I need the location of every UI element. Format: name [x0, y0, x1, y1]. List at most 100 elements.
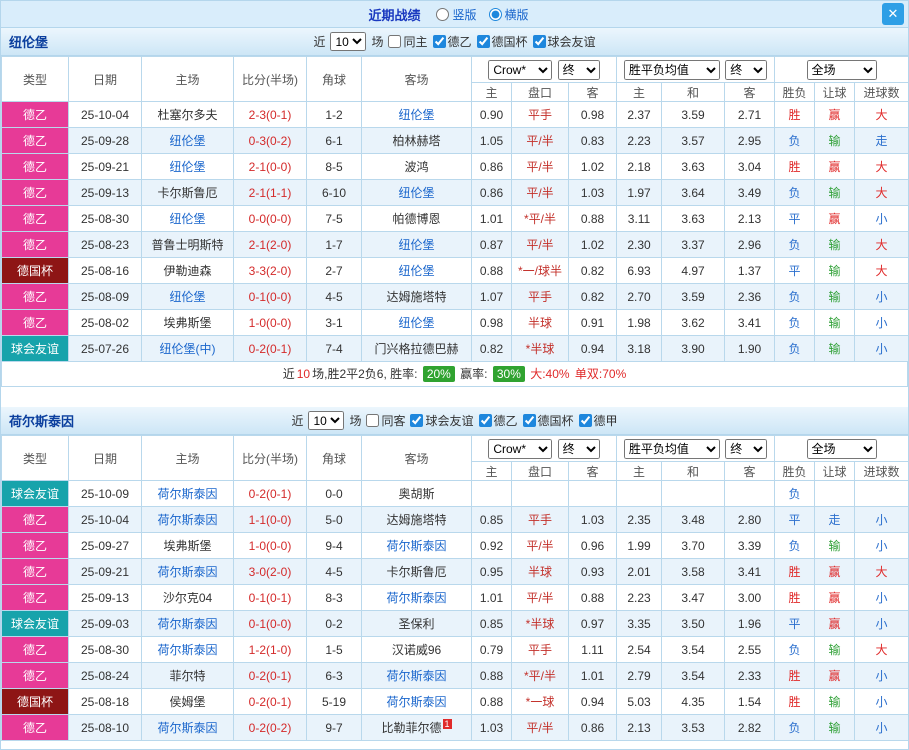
away-team-link[interactable]: 汉诺威96 [361, 636, 472, 663]
home-team-link[interactable]: 沙尔克04 [141, 584, 234, 611]
league-badge: 球会友谊 [1, 480, 69, 507]
odds-source-select[interactable]: Crow* [488, 438, 553, 459]
avg-draw: 3.70 [661, 532, 725, 559]
away-team-link[interactable]: 达姆施塔特 [361, 283, 472, 310]
home-team-link[interactable]: 杜塞尔多夫 [141, 101, 234, 128]
away-team-link[interactable]: 帕德博恩 [361, 205, 472, 232]
filter-checkbox[interactable]: 同主 [388, 33, 428, 50]
odds-away: 1.03 [568, 179, 617, 206]
summary-row: 近 10 场,胜2平2负6, 胜率: 20% 赢率: 30% 大:40% 单双:70… [1, 362, 908, 387]
avg-source-select[interactable]: 胜平负均值 [623, 438, 720, 459]
filter-checkbox[interactable]: 球会友谊 [532, 33, 596, 50]
away-team-link[interactable]: 纽伦堡 [361, 101, 472, 128]
scope-select[interactable]: 全场 [806, 59, 877, 80]
away-team-link[interactable]: 比勒菲尔德 1 [361, 714, 472, 741]
home-team-link[interactable]: 侯姆堡 [141, 688, 234, 715]
odds-final-select[interactable]: 终 [557, 59, 600, 80]
odds-source-select[interactable]: Crow* [488, 59, 553, 80]
team-section-holstein: 荷尔斯泰因 近 10 场同客 球会友谊 德乙 德国杯 德甲 类型 日期 主场 比分(半场) … [1, 407, 908, 741]
checkbox-input[interactable] [388, 35, 402, 48]
away-team-link[interactable]: 达姆施塔特 [361, 506, 472, 533]
checkbox-input[interactable] [366, 414, 380, 427]
scope-select[interactable]: 全场 [806, 438, 877, 459]
handicap-result: 赢 [814, 662, 856, 689]
match-date: 25-10-09 [68, 480, 142, 507]
away-team-link[interactable]: 奥胡斯 [361, 480, 472, 507]
handicap-result: 输 [814, 335, 856, 362]
home-team-link[interactable]: 纽伦堡 [141, 127, 234, 154]
checkbox-input[interactable] [410, 414, 424, 427]
close-button[interactable]: ✕ [882, 3, 904, 25]
home-team-link[interactable]: 荷尔斯泰因 [141, 636, 234, 663]
filter-checkbox[interactable]: 德甲 [578, 412, 618, 429]
vertical-radio-input[interactable] [436, 7, 450, 21]
away-team-link[interactable]: 门兴格拉德巴赫 [361, 335, 472, 362]
league-badge: 德乙 [1, 506, 69, 533]
avg-final-select[interactable]: 终 [725, 59, 768, 80]
home-team-link[interactable]: 普鲁士明斯特 [141, 231, 234, 258]
home-team-link[interactable]: 纽伦堡 [141, 205, 234, 232]
home-team-link[interactable]: 纽伦堡 [141, 153, 234, 180]
away-team-link[interactable]: 圣保利 [361, 610, 472, 637]
checkbox-input[interactable] [476, 35, 490, 48]
checkbox-input[interactable] [578, 414, 592, 427]
home-team-link[interactable]: 卡尔斯鲁厄 [141, 179, 234, 206]
filter-checkbox[interactable]: 德国杯 [476, 33, 528, 50]
odds-home: 1.03 [471, 714, 512, 741]
match-date: 25-08-23 [68, 231, 142, 258]
avg-source-select[interactable]: 胜平负均值 [623, 59, 720, 80]
checkbox-input[interactable] [522, 414, 536, 427]
away-team-link[interactable]: 卡尔斯鲁厄 [361, 558, 472, 585]
home-team-link[interactable]: 菲尔特 [141, 662, 234, 689]
checkbox-input[interactable] [432, 35, 446, 48]
handicap: 平/半 [511, 714, 569, 741]
filter-checkbox[interactable]: 德乙 [478, 412, 518, 429]
vertical-radio-label: 竖版 [452, 7, 477, 22]
home-team-link[interactable]: 埃弗斯堡 [141, 532, 234, 559]
odds-final-select[interactable]: 终 [557, 438, 600, 459]
home-team-link[interactable]: 荷尔斯泰因 [141, 714, 234, 741]
avg-lose: 2.33 [723, 662, 776, 689]
away-team-link[interactable]: 纽伦堡 [361, 231, 472, 258]
filter-checkbox[interactable]: 德国杯 [522, 412, 574, 429]
horizontal-radio-input[interactable] [488, 7, 502, 21]
layout-radio-horizontal[interactable]: 横版 [488, 6, 529, 23]
col-header-type: 类型 [1, 435, 69, 481]
checkbox-input[interactable] [532, 35, 546, 48]
odds-away: 0.94 [568, 688, 617, 715]
away-team-link[interactable]: 纽伦堡 [361, 179, 472, 206]
layout-radio-vertical[interactable]: 竖版 [436, 6, 477, 23]
filter-checkbox[interactable]: 球会友谊 [410, 412, 474, 429]
home-team-link[interactable]: 荷尔斯泰因 [141, 558, 234, 585]
sub-col-header: 客 [723, 461, 776, 481]
odds-home: 1.01 [471, 205, 512, 232]
away-team-link[interactable]: 波鸿 [361, 153, 472, 180]
away-team-link[interactable]: 荷尔斯泰因 [361, 532, 472, 559]
home-team-link[interactable]: 纽伦堡 [141, 283, 234, 310]
home-team-link[interactable]: 荷尔斯泰因 [141, 506, 234, 533]
away-team-link[interactable]: 荷尔斯泰因 [361, 584, 472, 611]
checkbox-input[interactable] [478, 414, 492, 427]
away-team-link[interactable]: 纽伦堡 [361, 257, 472, 284]
topbar-center: 近期战绩 竖版 横版 [368, 5, 540, 24]
match-date: 25-10-04 [68, 101, 142, 128]
home-team-link[interactable]: 荷尔斯泰因 [141, 610, 234, 637]
match-date: 25-09-21 [68, 558, 142, 585]
recent-count-select[interactable]: 10 [330, 32, 367, 51]
away-team-link[interactable]: 柏林赫塔 [361, 127, 472, 154]
home-team-link[interactable]: 埃弗斯堡 [141, 309, 234, 336]
home-team-link[interactable]: 伊勒迪森 [141, 257, 234, 284]
filter-checkbox[interactable]: 德乙 [432, 33, 472, 50]
away-team-link[interactable]: 纽伦堡 [361, 309, 472, 336]
home-team-link[interactable]: 荷尔斯泰因 [141, 480, 234, 507]
goals-result: 小 [854, 506, 908, 533]
avg-final-select[interactable]: 终 [725, 438, 768, 459]
home-team-link[interactable]: 纽伦堡(中) [141, 335, 234, 362]
away-team-link[interactable]: 荷尔斯泰因 [361, 662, 472, 689]
match-date: 25-08-02 [68, 309, 142, 336]
handicap: 半球 [511, 558, 569, 585]
filter-checkbox[interactable]: 同客 [366, 412, 405, 429]
avg-draw: 3.90 [661, 335, 725, 362]
away-team-link[interactable]: 荷尔斯泰因 [361, 688, 472, 715]
recent-count-select[interactable]: 10 [308, 411, 345, 430]
